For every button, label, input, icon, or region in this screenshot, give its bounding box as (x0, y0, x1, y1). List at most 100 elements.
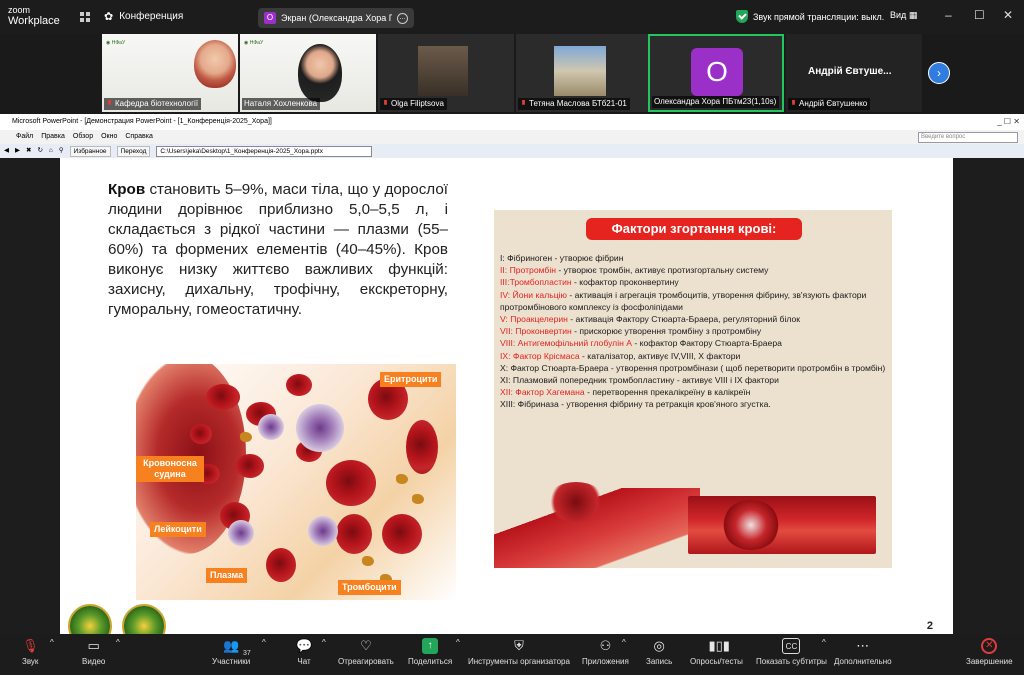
factor-number: IV: (500, 289, 513, 300)
factor-list: І: Фібриноген - утворює фібрин ІІ: Протро… (500, 252, 890, 411)
goto-button[interactable]: Переход (116, 145, 151, 157)
tab-screen-share[interactable]: О Экран (Олександра Хора ПБтм2 … (258, 8, 414, 28)
ask-question-input[interactable]: Введите вопрос (918, 132, 1018, 143)
apps-icon: ⚇ (599, 638, 612, 653)
factor-description: - утворює тромбін, активує протизгорталь… (556, 265, 769, 276)
label-platelets: Тромбоцити (338, 580, 401, 595)
share-avatar-icon: О (264, 12, 276, 24)
tab-meeting[interactable]: ✿ Конференция (104, 10, 183, 23)
university-header-logo: ◉ НФаУ (106, 40, 126, 46)
record-button[interactable]: ◎ Запись (646, 638, 672, 666)
chat-options-chevron-icon[interactable]: ^ (322, 638, 326, 647)
minimize-button[interactable]: – (945, 8, 952, 22)
factor-name: Тромбопластин (509, 277, 572, 288)
factor-name: Проакцелерин (510, 314, 568, 325)
participants-options-chevron-icon[interactable]: ^ (262, 638, 266, 647)
maximize-button[interactable]: ☐ (974, 8, 985, 22)
address-field[interactable]: C:\Users\jeka\Desktop\1_Конференція-2025… (156, 145, 373, 157)
factor-description: - кофактор Фактору Стюарта-Браера (631, 338, 782, 349)
more-button[interactable]: ⋯ Дополнительно (834, 638, 892, 666)
menu-file[interactable]: Файл (16, 130, 33, 144)
factor-number: VII: (500, 326, 516, 337)
react-button[interactable]: ♡ Отреагировать (338, 638, 394, 666)
home-icon[interactable]: ⌂ (49, 144, 53, 158)
ppt-title-bar: Microsoft PowerPoint - [Демонстрация Pow… (0, 114, 1024, 130)
participant-tile[interactable]: Тетяна Маслова БТб21-01 (516, 34, 652, 112)
audio-options-chevron-icon[interactable]: ^ (50, 638, 54, 647)
audio-button[interactable]: 🎙 Звук (22, 638, 39, 666)
factor-item: VII: Проконвертин - прискорює утворення … (500, 325, 890, 337)
participants-tab-icon: ✿ (104, 11, 114, 23)
factor-item: VIII: Антигемофільний глобулін А - кофак… (500, 337, 890, 349)
forward-icon[interactable]: ▶ (15, 144, 20, 158)
participant-display-name: Андрій Євтуше... (808, 66, 892, 77)
slide: Кров становить 5–9%, маси тіла, що у дор… (60, 158, 953, 640)
factor-item: X: Фактор Стюарта-Браера - утворення про… (500, 362, 890, 374)
share-button[interactable]: ↑ Поделиться (408, 638, 452, 666)
thrombus-illustration (722, 500, 780, 550)
participant-video (554, 46, 606, 96)
factor-number: XI: (500, 375, 513, 386)
label-blood-vessel: Кровоносна судина (136, 456, 204, 482)
factor-item: XIII: Фібриназа - утворення фібрину та р… (500, 398, 890, 410)
factor-item: IV: Йони кальцію - активація і агрегація… (500, 289, 890, 313)
chat-button[interactable]: 💬 Чат (296, 638, 312, 666)
chevron-right-icon: › (937, 66, 941, 80)
factor-name: Проконвертин (515, 326, 572, 337)
end-meeting-button[interactable]: ✕ Завершение (966, 638, 1013, 666)
stop-icon[interactable]: ✖ (26, 144, 31, 158)
menu-help[interactable]: Справка (125, 130, 152, 144)
cc-icon: CC (782, 638, 801, 654)
factor-name: Фактор Стюарта-Браера (510, 362, 609, 373)
heart-icon: ♡ (360, 638, 372, 653)
factor-description: - кофактор проконвертину (571, 277, 679, 288)
next-page-button[interactable]: › (928, 62, 950, 84)
refresh-icon[interactable]: ↻ (37, 144, 42, 158)
ppt-window-controls[interactable]: _ ☐ ✕ (997, 114, 1020, 130)
video-options-chevron-icon[interactable]: ^ (116, 638, 120, 647)
search-icon[interactable]: ⚲ (59, 144, 64, 158)
factor-item: І: Фібриноген - утворює фібрин (500, 252, 890, 264)
muted-mic-icon (522, 100, 525, 105)
participant-strip: ◉ НФаУ Кафедра біотехнології ◉ НФаУ Ната… (102, 34, 922, 112)
apps-grid-icon[interactable] (80, 12, 90, 22)
participant-name: Андрій Євтушенко (788, 98, 871, 110)
factor-item: V: Проакцелерин - активація Фактору Стюа… (500, 313, 890, 325)
polls-button[interactable]: ▮▯▮ Опросы/тесты (690, 638, 743, 666)
blood-illustration: Еритроцити Кровоносна судина Лейкоцити П… (136, 364, 456, 600)
participant-tile[interactable]: ◉ НФаУ Наталя Хохленкова (240, 34, 376, 112)
factor-name: Фібриноген (507, 253, 553, 263)
muted-mic-icon (384, 100, 387, 105)
close-window-button[interactable]: ✕ (1003, 8, 1013, 22)
participants-count: 37 (243, 650, 251, 657)
menu-view[interactable]: Обзор (73, 130, 93, 144)
back-icon[interactable]: ◀ (4, 144, 9, 158)
apps-options-chevron-icon[interactable]: ^ (622, 638, 626, 647)
share-options-chevron-icon[interactable]: ^ (456, 638, 460, 647)
host-tools-button[interactable]: ⛨ Инструменты организатора (468, 638, 570, 666)
participant-tile[interactable]: ◉ НФаУ Кафедра біотехнології (102, 34, 238, 112)
factor-number: XII: (500, 387, 516, 398)
slide-body-text: Кров становить 5–9%, маси тіла, що у дор… (108, 181, 448, 318)
label-leukocytes: Лейкоцити (150, 522, 206, 537)
favorites-button[interactable]: Избранное (69, 145, 111, 157)
grid-view-icon: ▦ (908, 10, 918, 20)
menu-edit[interactable]: Правка (41, 130, 65, 144)
video-button[interactable]: ▭ Видео (82, 638, 105, 666)
factor-number: IX: (500, 350, 513, 361)
muted-mic-icon (108, 100, 111, 105)
factor-number: ІІІ: (500, 277, 510, 288)
more-options-icon[interactable]: … (397, 12, 408, 24)
captions-options-chevron-icon[interactable]: ^ (822, 638, 826, 647)
captions-button[interactable]: CC Показать субтитры (756, 638, 827, 666)
slide-number: 2 (926, 620, 933, 632)
view-button[interactable]: Вид ▦ (890, 10, 917, 21)
participant-tile-active-speaker[interactable]: О Олександра Хора ПБтм23(1,10s) (648, 34, 784, 112)
menu-window[interactable]: Окно (101, 130, 117, 144)
factor-description: - каталізатор, активує IV,VIII, X фактор… (579, 350, 741, 361)
factor-item: ІІІ:Тромбопластин - кофактор проконверти… (500, 276, 890, 288)
live-stream-audio-status[interactable]: Звук прямой трансляции: выкл. (736, 10, 884, 23)
clot-illustration (546, 482, 606, 522)
label-plasma: Плазма (206, 568, 248, 583)
participant-tile[interactable]: Olga Filiptsova (378, 34, 514, 112)
